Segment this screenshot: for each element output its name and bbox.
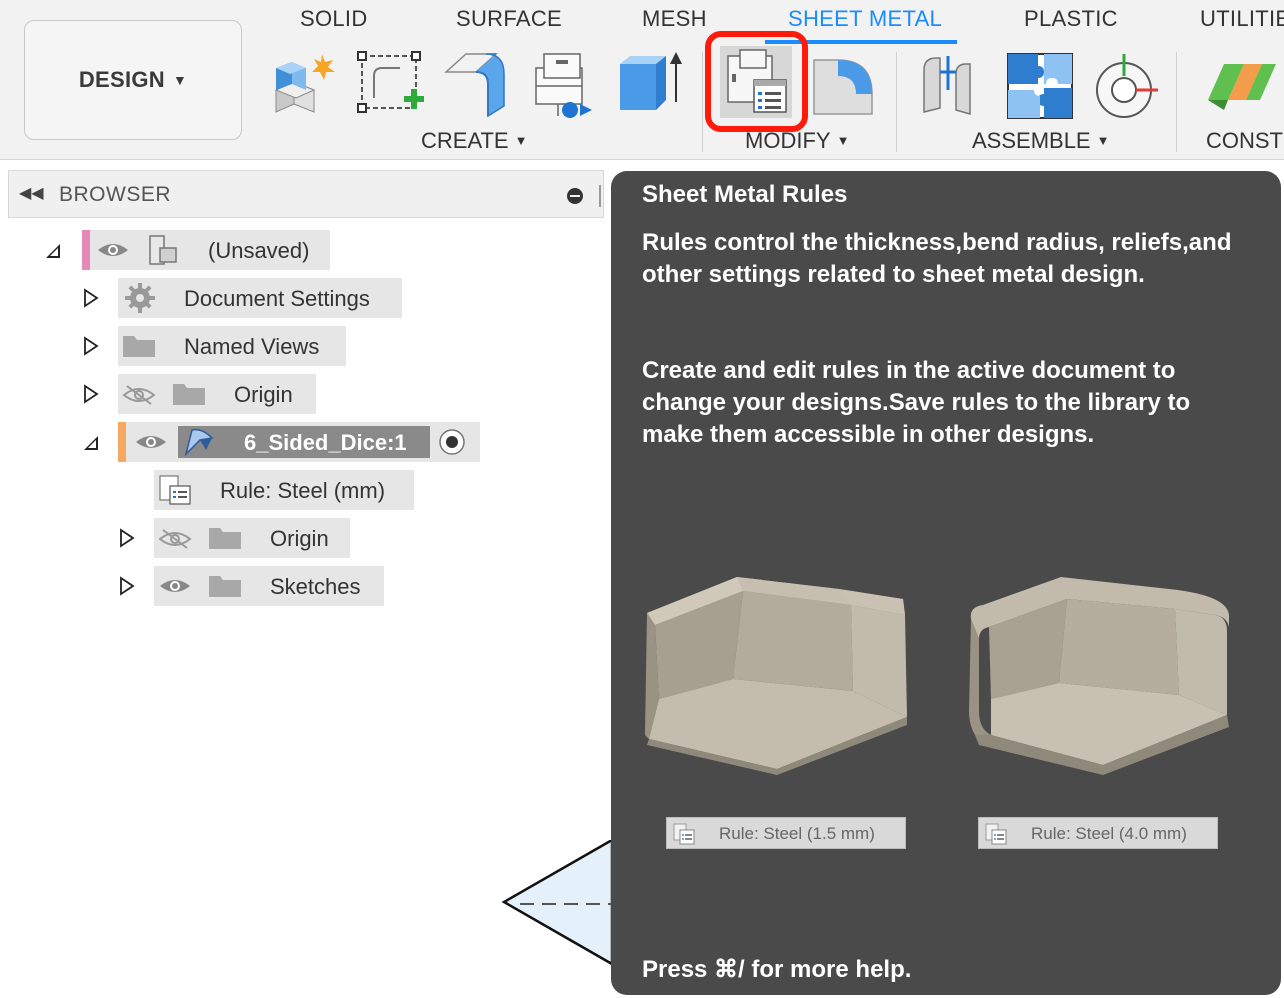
tree-node-named-views[interactable]: Named Views — [118, 326, 346, 366]
tooltip-description-2: Create and edit rules in the active docu… — [642, 357, 1191, 448]
assemble-label: ASSEMBLE — [972, 128, 1091, 153]
group-separator — [702, 52, 703, 152]
browser-header: ◀◀ BROWSER — [8, 170, 604, 218]
component-icon — [184, 428, 214, 457]
construct-label: CONSTI — [1206, 128, 1284, 153]
tooltip-help-hint: Press ⌘/ for more help. — [642, 956, 912, 983]
tree-node-origin[interactable]: Origin — [118, 374, 316, 414]
tab-solid[interactable]: SOLID — [300, 6, 368, 32]
eye-icon[interactable] — [134, 432, 168, 452]
eye-hidden-icon[interactable] — [158, 528, 192, 550]
modify-label: MODIFY — [745, 128, 831, 153]
origin-label: Origin — [234, 382, 293, 407]
expand-triangle-icon[interactable] — [82, 336, 100, 356]
plane-icon[interactable] — [1204, 50, 1276, 122]
tree-node-document-settings[interactable]: Document Settings — [118, 278, 402, 318]
collapse-panel-icon[interactable]: ◀◀ — [19, 183, 44, 203]
folder-icon — [209, 528, 241, 549]
tree-node-root[interactable]: (Unsaved) — [90, 230, 330, 270]
collapse-triangle-icon[interactable] — [82, 434, 100, 452]
rule-chip-thin-label: Rule: Steel (1.5 mm) — [719, 824, 875, 843]
motion-link-icon[interactable] — [1090, 50, 1162, 122]
rule-icon — [985, 823, 1007, 845]
panel-resize-handle[interactable] — [599, 185, 601, 207]
assemble-menu[interactable]: ASSEMBLE ▼ — [972, 128, 1109, 154]
expand-triangle-icon[interactable] — [82, 288, 100, 308]
chevron-down-icon: ▼ — [514, 133, 528, 148]
tree-node-rule[interactable]: Rule: Steel (mm) — [154, 470, 414, 510]
group-separator — [896, 52, 897, 152]
document-settings-label: Document Settings — [184, 286, 370, 311]
joint-icon[interactable] — [918, 50, 990, 122]
rule-icon — [159, 475, 191, 505]
eye-icon[interactable] — [96, 240, 130, 260]
tree-node-sub-origin[interactable]: Origin — [154, 518, 350, 558]
tooltip-title: Sheet Metal Rules — [642, 181, 848, 208]
tab-utilities[interactable]: UTILITIE — [1200, 6, 1284, 32]
rule-chip-thick: Rule: Steel (4.0 mm) — [978, 817, 1218, 849]
canvas-model-edge — [501, 840, 612, 966]
thick-sheet-illustration — [969, 577, 1229, 775]
toolbar: DESIGN ▼ SOLID SURFACE MESH SHEET METAL … — [0, 0, 1284, 160]
assemble-icon[interactable] — [1004, 50, 1076, 122]
thin-sheet-illustration — [645, 577, 907, 775]
rule-chip-thick-label: Rule: Steel (4.0 mm) — [1031, 824, 1187, 843]
root-color-marker — [82, 230, 90, 270]
document-icon — [149, 235, 177, 265]
workspace-switcher[interactable]: DESIGN ▼ — [24, 20, 242, 140]
tooltip-sheet-metal-rules: Sheet Metal Rules Rules control the thic… — [611, 171, 1281, 995]
pin-icon[interactable] — [567, 188, 583, 204]
tooltip-description: Rules control the thickness,bend radius,… — [642, 229, 1232, 288]
named-views-label: Named Views — [184, 334, 320, 359]
folder-icon — [173, 384, 205, 405]
component-label: 6_Sided_Dice:1 — [244, 430, 407, 455]
chevron-down-icon: ▼ — [836, 133, 850, 148]
folder-icon — [209, 576, 241, 597]
rule-icon — [673, 823, 695, 845]
tab-plastic[interactable]: PLASTIC — [1024, 6, 1118, 32]
expand-triangle-icon[interactable] — [118, 576, 136, 596]
tree-node-component[interactable]: 6_Sided_Dice:1 — [126, 422, 480, 462]
rule-chip-thin: Rule: Steel (1.5 mm) — [666, 817, 906, 849]
rules-highlight-box — [705, 31, 808, 132]
fusion-window: DESIGN ▼ SOLID SURFACE MESH SHEET METAL … — [0, 0, 1284, 998]
tab-sheet-metal[interactable]: SHEET METAL — [788, 6, 942, 32]
eye-icon[interactable] — [158, 576, 192, 596]
bend-icon[interactable] — [808, 50, 880, 122]
chevron-down-icon: ▼ — [172, 72, 188, 88]
radio-icon[interactable] — [438, 428, 466, 456]
expand-triangle-icon[interactable] — [118, 528, 136, 548]
chevron-down-icon: ▼ — [1096, 133, 1110, 148]
group-separator — [1176, 52, 1177, 152]
flange-icon[interactable] — [442, 50, 514, 122]
create-menu[interactable]: CREATE ▼ — [421, 128, 527, 154]
eye-hidden-icon[interactable] — [122, 384, 156, 406]
sheet-metal-component-icon[interactable] — [528, 50, 600, 122]
construct-menu[interactable]: CONSTI — [1206, 128, 1284, 154]
workspace-label: DESIGN — [78, 67, 165, 92]
gear-icon — [125, 283, 155, 313]
tree-node-sketches[interactable]: Sketches — [154, 566, 384, 606]
component-color-marker — [118, 422, 126, 462]
sub-origin-label: Origin — [270, 526, 329, 551]
rule-label: Rule: Steel (mm) — [220, 478, 386, 503]
root-label: (Unsaved) — [208, 238, 310, 263]
new-component-icon[interactable] — [270, 50, 342, 122]
collapse-triangle-icon[interactable] — [44, 242, 62, 260]
sketches-label: Sketches — [270, 574, 361, 599]
expand-triangle-icon[interactable] — [82, 384, 100, 404]
tab-mesh[interactable]: MESH — [642, 6, 707, 32]
create-label: CREATE — [421, 128, 509, 153]
modify-menu[interactable]: MODIFY ▼ — [745, 128, 849, 154]
extrude-icon[interactable] — [614, 50, 686, 122]
folder-icon — [123, 336, 155, 357]
tab-surface[interactable]: SURFACE — [456, 6, 562, 32]
browser-title: BROWSER — [59, 183, 172, 206]
create-sketch-icon[interactable] — [356, 50, 428, 122]
